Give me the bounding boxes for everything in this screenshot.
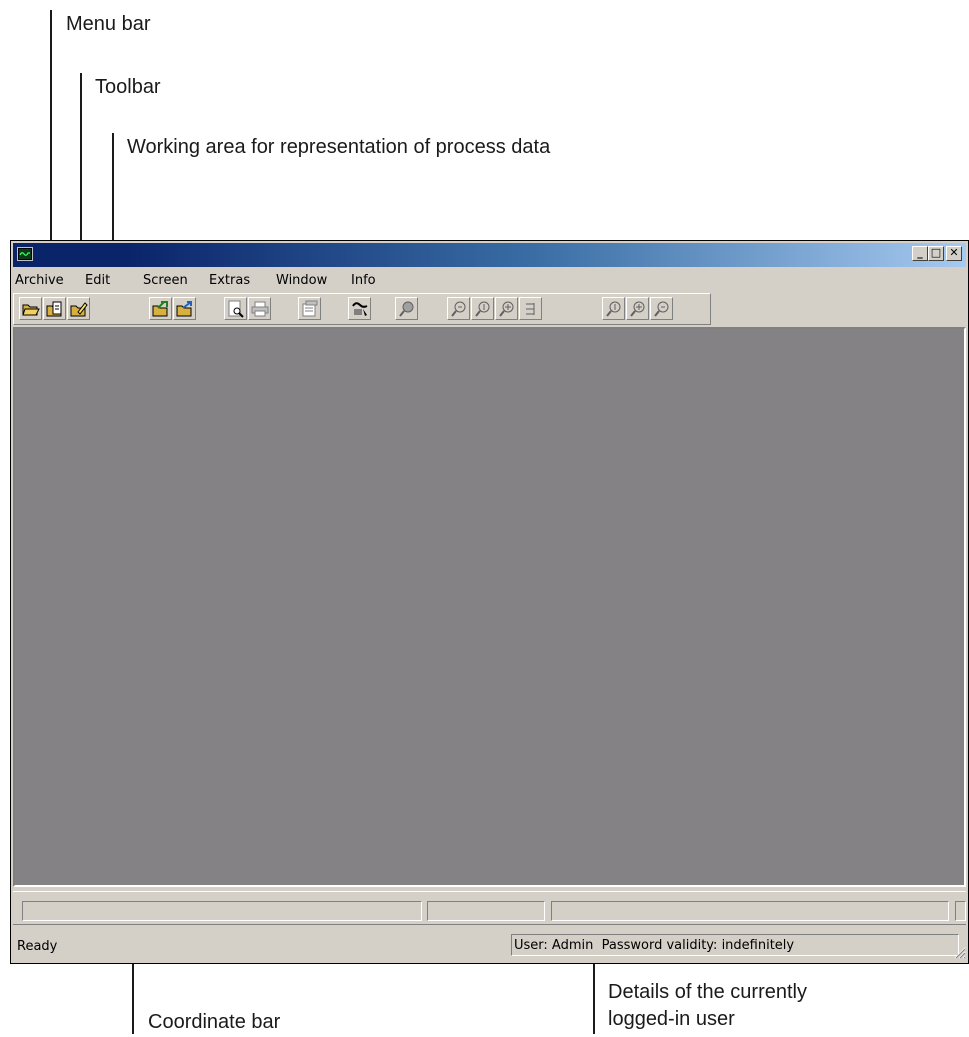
zoom-reset-icon[interactable] (650, 297, 673, 320)
user-info-panel: User: Admin Password validity: indefinit… (511, 934, 959, 956)
menu-window[interactable]: Window (276, 273, 327, 288)
status-text: Ready (17, 939, 58, 954)
app-icon[interactable] (17, 247, 33, 261)
menu-bar-pointer (50, 10, 52, 270)
menu-archive[interactable]: Archive (15, 273, 64, 288)
zoom-x-icon[interactable] (471, 297, 494, 320)
coordinate-field-1 (22, 901, 422, 921)
edit-file-icon[interactable] (67, 297, 90, 320)
coordinate-field-2 (427, 901, 545, 921)
zoom-out-icon[interactable] (447, 297, 470, 320)
coordinate-field-3 (551, 901, 949, 921)
print-preview-icon[interactable] (224, 297, 247, 320)
menu-screen[interactable]: Screen (143, 273, 188, 288)
working-area-callout: Working area for representation of proce… (127, 136, 551, 158)
cursor-line-icon[interactable] (519, 297, 542, 320)
coordinate-bar (13, 891, 966, 925)
export-folder-icon[interactable] (173, 297, 196, 320)
user-details-callout-line1: Details of the currently (608, 981, 807, 1003)
menu-info[interactable]: Info (351, 273, 376, 288)
toolbar (13, 293, 711, 325)
properties-icon[interactable] (298, 297, 321, 320)
title-bar[interactable]: _ □ ✕ (13, 243, 966, 267)
menu-bar: Archive Edit Screen Extras Window Info (13, 269, 966, 291)
user-info-text: User: Admin Password validity: indefinit… (514, 938, 795, 953)
maximize-button[interactable]: □ (928, 246, 944, 261)
coordinate-field-4 (955, 901, 966, 921)
menu-edit[interactable]: Edit (85, 273, 110, 288)
zoom-y-icon[interactable] (495, 297, 518, 320)
user-details-pointer (593, 953, 595, 1034)
application-window: _ □ ✕ Archive Edit Screen Extras Window … (10, 240, 969, 964)
coordinate-bar-callout: Coordinate bar (148, 1011, 281, 1033)
minimize-button[interactable]: _ (912, 246, 928, 261)
open-folder-icon[interactable] (19, 297, 42, 320)
close-button[interactable]: ✕ (946, 246, 962, 261)
marker-icon[interactable] (348, 297, 371, 320)
print-icon[interactable] (248, 297, 271, 320)
resize-grip-icon[interactable] (952, 945, 966, 959)
menu-extras[interactable]: Extras (209, 273, 250, 288)
open-file-icon[interactable] (43, 297, 66, 320)
zoom-icon[interactable] (395, 297, 418, 320)
user-details-callout-line2: logged-in user (608, 1008, 735, 1030)
import-folder-icon[interactable] (149, 297, 172, 320)
toolbar-callout: Toolbar (95, 76, 161, 98)
working-area[interactable] (13, 327, 966, 887)
menu-bar-callout: Menu bar (66, 13, 151, 35)
zoom-in-x-icon[interactable] (602, 297, 625, 320)
zoom-in-icon[interactable] (626, 297, 649, 320)
status-bar: Ready User: Admin Password validity: ind… (13, 929, 966, 959)
